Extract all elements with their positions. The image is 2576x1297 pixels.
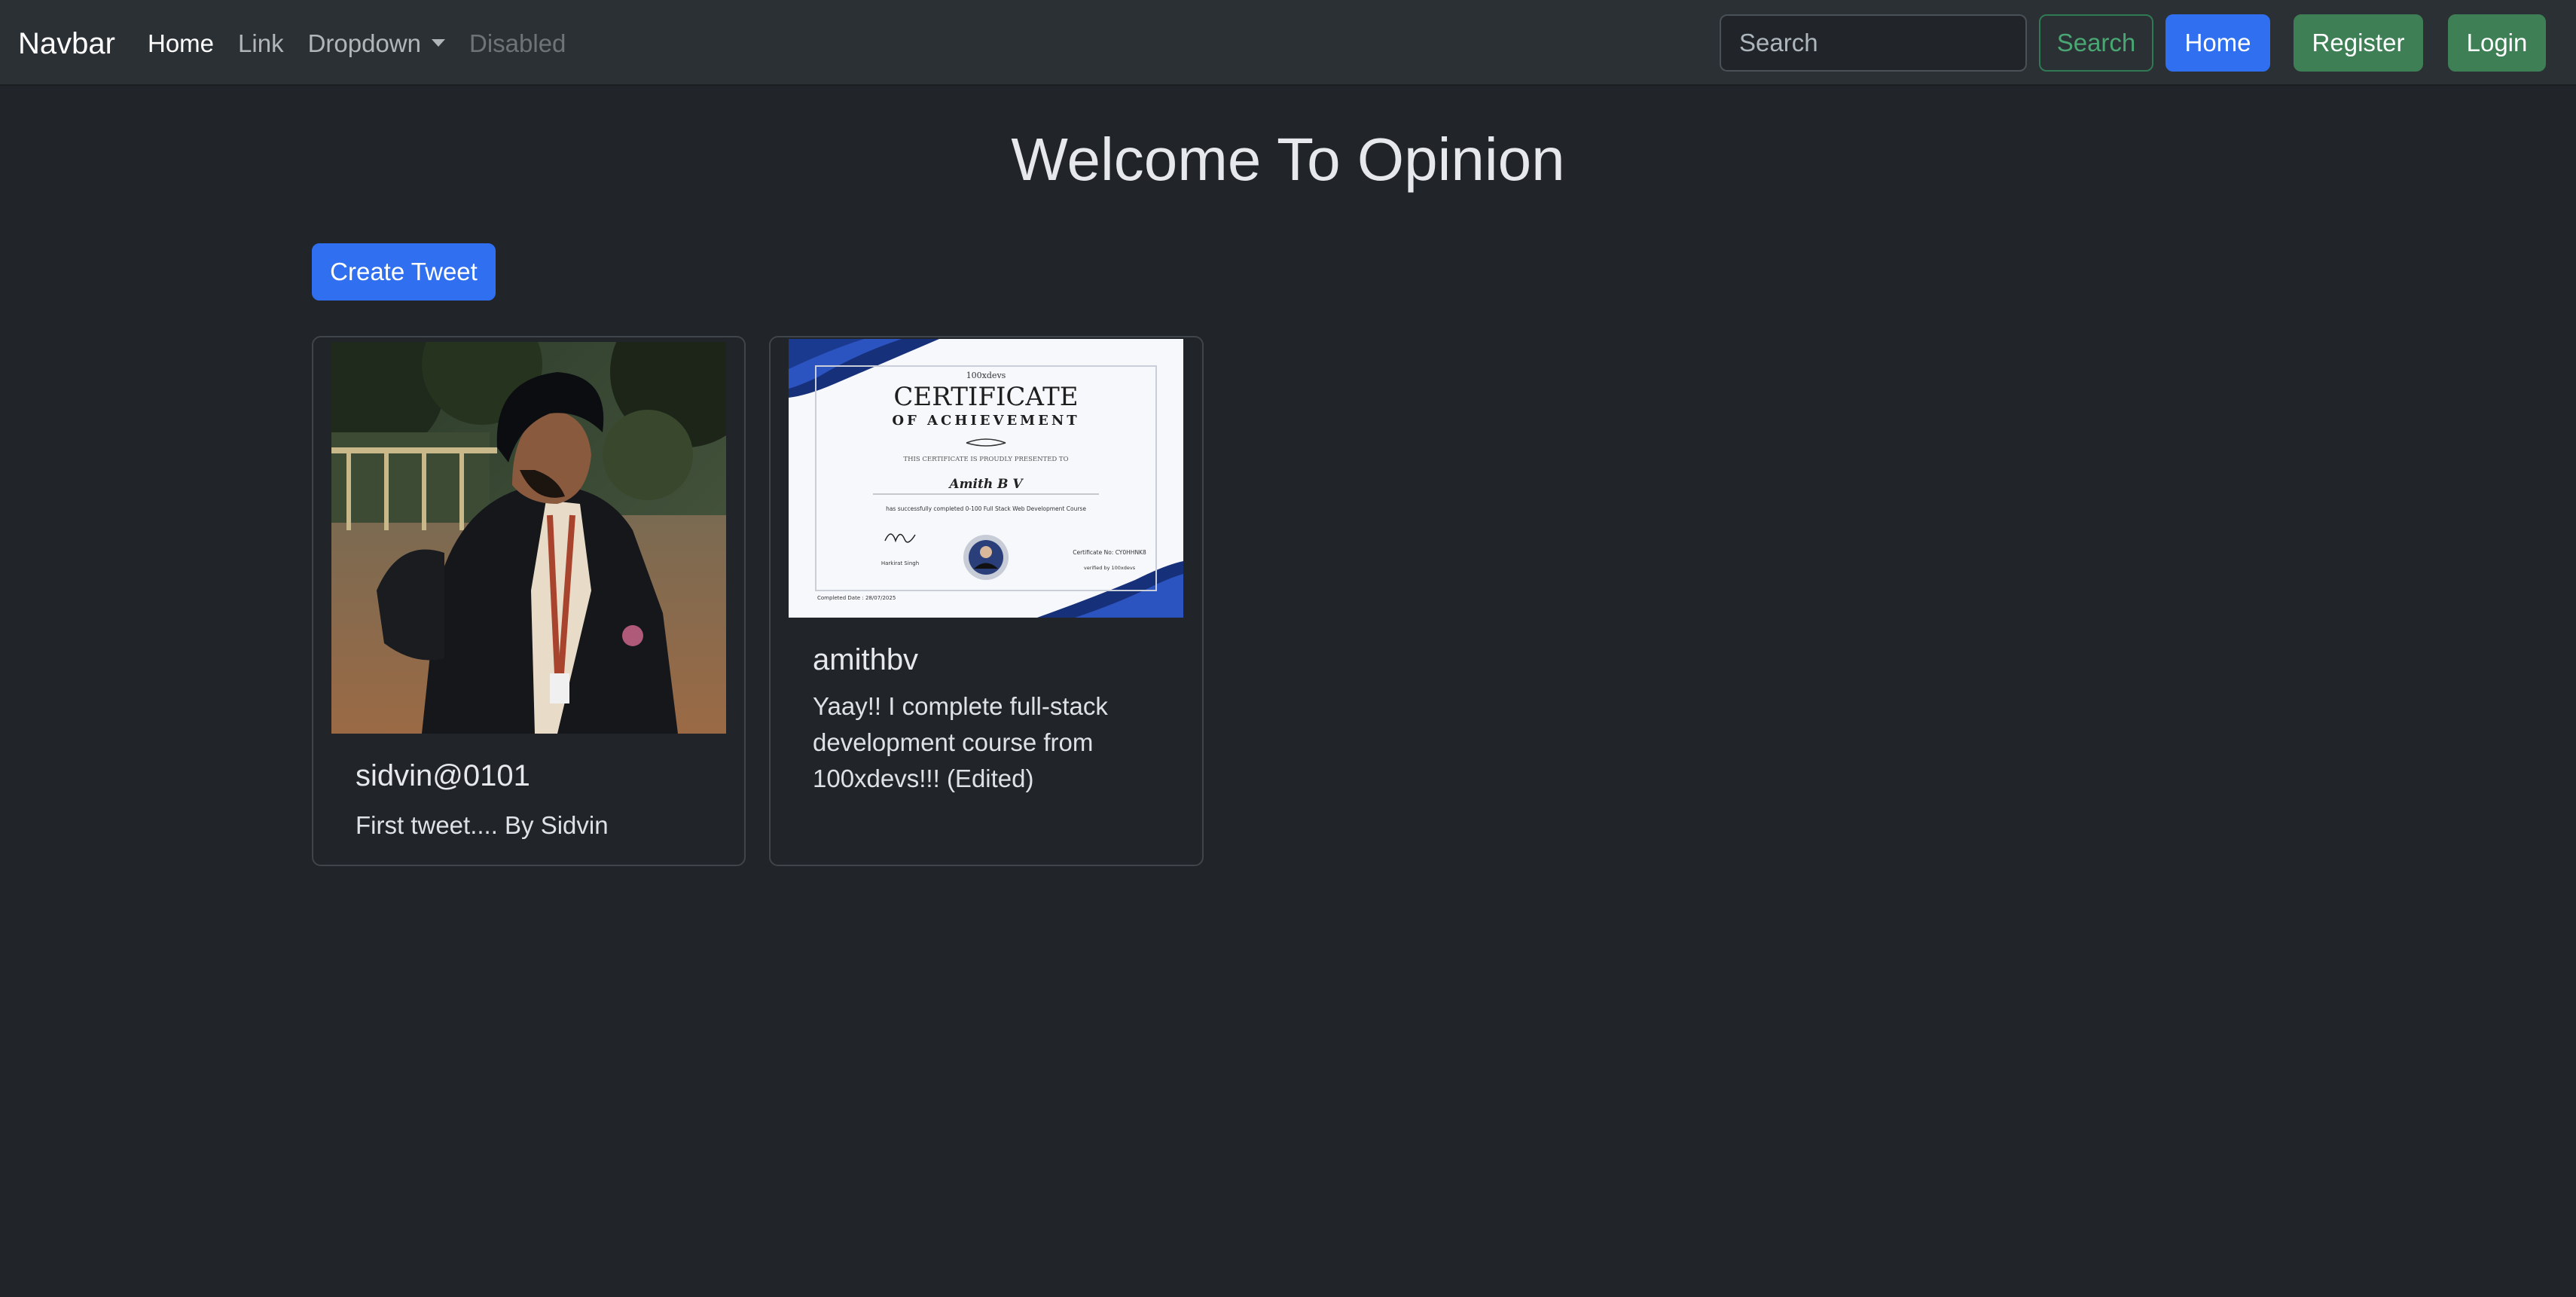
nav-link-home[interactable]: Home	[148, 23, 214, 65]
tweet-username: amithbv	[813, 643, 919, 676]
caret-down-icon	[432, 39, 445, 47]
certificate-signer: Harkirat Singh	[881, 560, 919, 566]
certificate-number: Certificate No: CY0HHNK8	[1073, 549, 1146, 556]
navbar-brand[interactable]: Navbar	[18, 23, 115, 65]
certificate-verified: verified by 100xdevs	[1084, 565, 1136, 571]
certificate-course: has successfully completed 0-100 Full St…	[886, 505, 1086, 512]
tweet-card: sidvin@0101 First tweet.... By Sidvin	[312, 336, 746, 866]
tweet-username: sidvin@0101	[356, 759, 530, 792]
login-button[interactable]: Login	[2448, 14, 2546, 72]
tweet-image: 100xdevs CERTIFICATE OF ACHIEVEMENT THIS…	[789, 339, 1183, 618]
certificate-org: 100xdevs	[966, 371, 1006, 380]
search-button[interactable]: Search	[2039, 14, 2153, 72]
navbar: Navbar Home Link Dropdown Disabled Searc…	[0, 0, 2576, 86]
create-tweet-button[interactable]: Create Tweet	[312, 243, 496, 301]
certificate-subheading: OF ACHIEVEMENT	[892, 413, 1079, 429]
tweet-text: Yaay!! I complete full-stack development…	[813, 692, 1108, 792]
tweet-image	[331, 342, 726, 734]
nav-dropdown[interactable]: Dropdown	[308, 23, 445, 65]
nav-link-link[interactable]: Link	[238, 23, 284, 65]
search-input[interactable]	[1720, 14, 2027, 72]
certificate-name: Amith B V	[948, 477, 1024, 492]
home-button[interactable]: Home	[2165, 14, 2270, 72]
nav-dropdown-label: Dropdown	[307, 29, 421, 57]
certificate-presented: THIS CERTIFICATE IS PROUDLY PRESENTED TO	[903, 456, 1068, 463]
tweet-text: First tweet.... By Sidvin	[356, 811, 609, 839]
certificate-completed-date: Completed Date : 28/07/2025	[817, 595, 896, 601]
nav-links: Home Link Dropdown Disabled	[148, 23, 590, 65]
page-title: Welcome To Opinion	[1011, 126, 1565, 193]
nav-link-disabled: Disabled	[469, 29, 566, 57]
certificate-heading: CERTIFICATE	[893, 382, 1078, 412]
register-button[interactable]: Register	[2294, 14, 2423, 72]
tweet-card: 100xdevs CERTIFICATE OF ACHIEVEMENT THIS…	[769, 336, 1204, 866]
